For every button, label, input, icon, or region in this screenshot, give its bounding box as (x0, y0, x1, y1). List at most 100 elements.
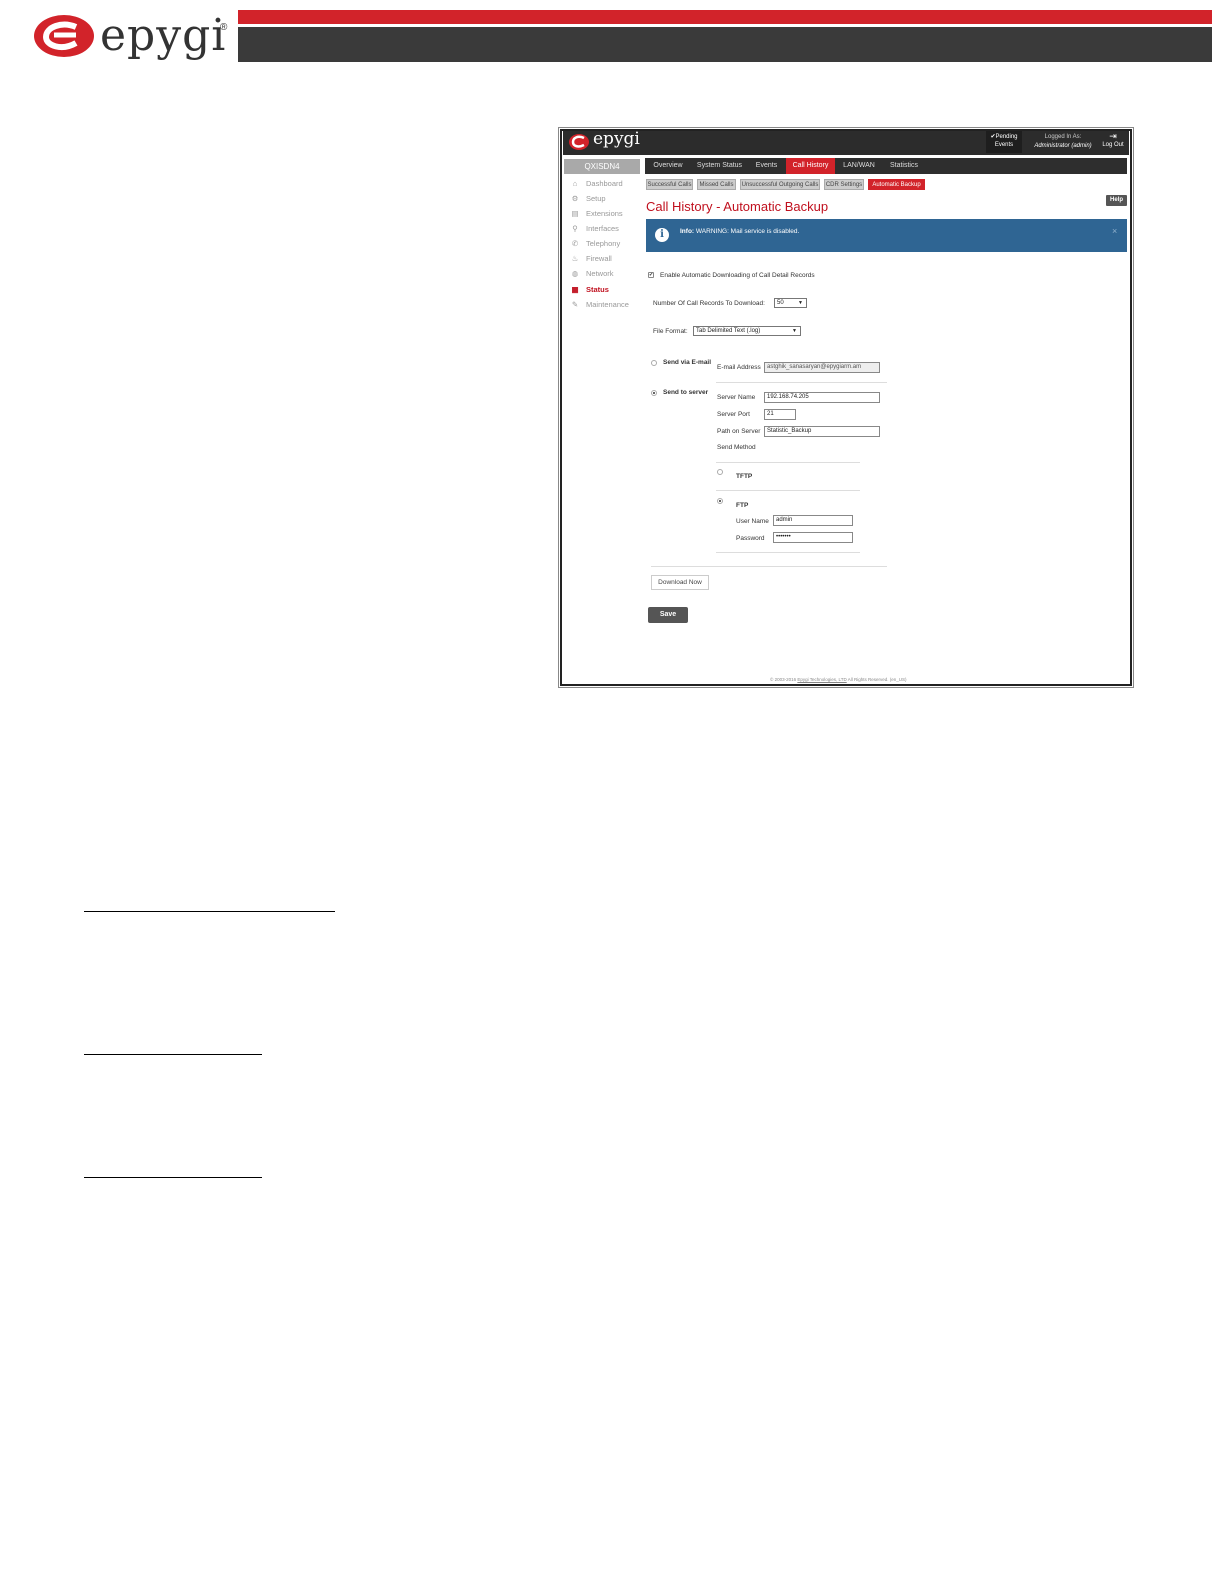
file-format-label: File Format: (653, 328, 688, 335)
divider (651, 566, 887, 567)
sidebar-label: Dashboard (586, 179, 623, 188)
subtab-unsuccessful-outgoing[interactable]: Unsuccessful Outgoing Calls (740, 179, 820, 190)
email-address-label: E-mail Address (717, 364, 761, 371)
sidebar-label: Maintenance (586, 300, 629, 309)
sidebar-label: Extensions (586, 209, 623, 218)
file-format-value: Tab Delimited Text (.log) (696, 328, 761, 334)
footer-suffix: All Rights Reserved. (en_US) (846, 677, 907, 682)
registered-mark: ® (220, 22, 228, 33)
close-icon[interactable]: × (1112, 226, 1117, 236)
sidebar-label: Status (586, 285, 609, 294)
dropdown-arrow-icon: ▼ (798, 300, 803, 306)
sidebar-item-network[interactable]: ◍ Network (570, 269, 614, 278)
pending-events-button[interactable]: ✔Pending Events (986, 131, 1022, 153)
pending-label: ✔Pending (990, 134, 1018, 140)
subtab-missed-calls[interactable]: Missed Calls (697, 179, 736, 190)
footer-company-link[interactable]: Epygi Technologies, LTD (797, 677, 846, 682)
sidebar-item-extensions[interactable]: ▤ Extensions (570, 209, 623, 218)
dashboard-icon: ⌂ (572, 179, 578, 188)
tab-call-history[interactable]: Call History (786, 158, 835, 174)
records-count-select[interactable]: 50 ▼ (774, 298, 807, 308)
page-title: Call History - Automatic Backup (646, 199, 829, 214)
app-brand: epygi (593, 129, 640, 149)
send-email-radio[interactable] (651, 360, 657, 366)
sidebar-label: Firewall (586, 254, 612, 263)
subtab-successful-calls[interactable]: Successful Calls (646, 179, 693, 190)
device-name: QXISDN4 (564, 159, 640, 174)
brand-name: epygi (100, 10, 227, 61)
send-email-label: Send via E-mail (663, 359, 712, 366)
path-on-server-label: Path on Server (717, 428, 761, 435)
password-input[interactable]: ••••••• (773, 532, 853, 543)
user-name-input[interactable]: admin (773, 515, 853, 526)
server-port-label: Server Port (717, 411, 750, 418)
header-gray-bar (238, 27, 1212, 62)
email-address-input[interactable]: astghik_sanasaryan@epygiarm.am (764, 362, 880, 373)
tab-events[interactable]: Events (750, 158, 783, 174)
send-method-label: Send Method (717, 444, 756, 451)
heading-underline (84, 911, 335, 912)
events-label: Events (994, 142, 1014, 148)
logout-label: Log Out (1102, 142, 1124, 148)
interfaces-icon: ⚲ (572, 224, 578, 233)
help-button[interactable]: Help (1106, 195, 1127, 206)
fire-icon: ♨ (571, 254, 579, 263)
logged-in-label: Logged In As: (1044, 134, 1082, 140)
logout-icon: ⇥ (1109, 131, 1117, 141)
divider (716, 382, 887, 383)
wrench-icon: ✎ (571, 300, 579, 309)
enable-download-checkbox[interactable]: ✔ (648, 272, 654, 278)
sidebar-item-dashboard[interactable]: ⌂ Dashboard (570, 179, 623, 188)
logged-in-user: Administrator (admin) (1034, 143, 1092, 149)
send-server-radio[interactable] (651, 390, 657, 396)
path-on-server-input[interactable]: Statistic_Backup (764, 426, 880, 437)
globe-icon: ◍ (571, 269, 579, 278)
sidebar-label: Network (586, 269, 614, 278)
save-button[interactable]: Save (648, 607, 688, 623)
header-red-bar (238, 10, 1212, 24)
tab-system-status[interactable]: System Status (692, 158, 747, 174)
copyright-footer: © 2003-2016 Epygi Technologies, LTD All … (770, 677, 907, 682)
info-prefix: Info: (680, 228, 695, 235)
phone-icon: ✆ (571, 239, 579, 248)
heading-underline (84, 1177, 262, 1178)
epygi-logo-icon (34, 15, 94, 57)
footer-prefix: © 2003-2016 (770, 677, 798, 682)
sidebar-item-firewall[interactable]: ♨ Firewall (570, 254, 612, 263)
info-icon: i (655, 228, 669, 242)
divider (716, 490, 860, 491)
user-name-label: User Name (736, 518, 769, 525)
ftp-radio[interactable] (717, 498, 723, 504)
password-label: Password (736, 535, 765, 542)
heading-underline (84, 1054, 262, 1055)
server-port-input[interactable]: 21 (764, 409, 796, 420)
dropdown-arrow-icon: ▼ (792, 328, 797, 334)
divider (716, 462, 860, 463)
logout-button[interactable]: ⇥ Log Out (1099, 131, 1127, 153)
sidebar-label: Telephony (586, 239, 621, 248)
info-banner (646, 219, 1127, 252)
sidebar-item-maintenance[interactable]: ✎ Maintenance (570, 300, 629, 309)
tab-statistics[interactable]: Statistics (883, 158, 925, 174)
records-count-label: Number Of Call Records To Download: (653, 300, 765, 307)
tftp-radio[interactable] (717, 469, 723, 475)
subtab-automatic-backup[interactable]: Automatic Backup (868, 179, 925, 190)
chart-icon: ▦ (571, 285, 579, 294)
sidebar-item-setup[interactable]: ⚙ Setup (570, 194, 606, 203)
server-name-input[interactable]: 192.168.74.205 (764, 392, 880, 403)
sidebar-item-status[interactable]: ▦ Status (570, 285, 609, 294)
tab-overview[interactable]: Overview (647, 158, 689, 174)
server-name-label: Server Name (717, 394, 756, 401)
subtab-cdr-settings[interactable]: CDR Settings (824, 179, 864, 190)
tab-lan-wan[interactable]: LAN/WAN (838, 158, 880, 174)
sidebar-label: Interfaces (586, 224, 619, 233)
logged-in-info: Logged In As: Administrator (admin) (1028, 131, 1098, 153)
sidebar-item-telephony[interactable]: ✆ Telephony (570, 239, 620, 248)
enable-download-label: Enable Automatic Downloading of Call Det… (660, 272, 815, 279)
file-format-select[interactable]: Tab Delimited Text (.log) ▼ (693, 326, 801, 336)
info-message-text: WARNING: Mail service is disabled. (695, 228, 800, 235)
download-now-button[interactable]: Download Now (651, 575, 709, 590)
sidebar-item-interfaces[interactable]: ⚲ Interfaces (570, 224, 619, 233)
ftp-label: FTP (736, 502, 749, 509)
tftp-label: TFTP (736, 473, 753, 480)
